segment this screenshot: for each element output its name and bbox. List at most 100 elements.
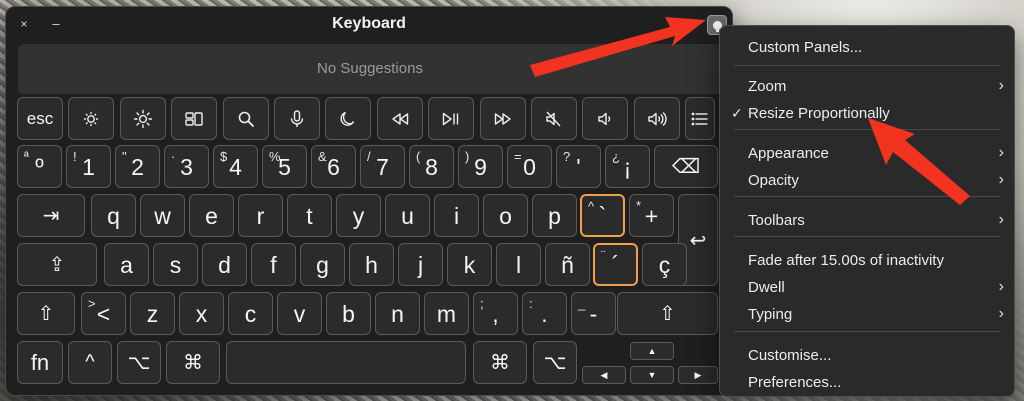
- key-2[interactable]: ! 1: [66, 145, 111, 188]
- key-s[interactable]: s: [153, 243, 198, 286]
- key-label: t: [306, 203, 313, 229]
- key-label: i: [453, 203, 460, 229]
- key-extra-r3-1[interactable]: * +: [629, 194, 674, 237]
- key-w[interactable]: w: [140, 194, 185, 237]
- key-r5-6[interactable]: n: [375, 292, 420, 335]
- panel-options-menu: Custom Panels... Zoom › ✓ Resize Proportiona…: [719, 25, 1015, 397]
- menu-item-zoom[interactable]: Zoom ›: [720, 74, 1014, 100]
- key-k[interactable]: k: [447, 243, 492, 286]
- key-l[interactable]: l: [496, 243, 541, 286]
- key-u[interactable]: u: [385, 194, 430, 237]
- menu-item-opacity[interactable]: Opacity ›: [720, 168, 1014, 194]
- key-r5-3[interactable]: c: [228, 292, 273, 335]
- menu-item-toolbars[interactable]: Toolbars ›: [720, 208, 1014, 234]
- key-7[interactable]: & 6: [311, 145, 356, 188]
- key-r5-9[interactable]: :.: [522, 292, 567, 335]
- space-bar[interactable]: [226, 341, 466, 384]
- left-option-key[interactable]: ⌥: [117, 341, 161, 384]
- key-r5-0[interactable]: > <: [81, 292, 126, 335]
- key-rewind[interactable]: [376, 97, 423, 140]
- caps-lock-key[interactable]: ⇪: [17, 243, 97, 286]
- key-r5-7[interactable]: m: [424, 292, 469, 335]
- arrow-left-key[interactable]: ◀: [582, 366, 626, 384]
- menu-item-appearance[interactable]: Appearance ›: [720, 141, 1014, 167]
- tab-key[interactable]: ⇥: [17, 194, 85, 237]
- key-brightness-down[interactable]: [68, 97, 115, 140]
- key-3[interactable]: " 2: [115, 145, 160, 188]
- key-13[interactable]: ¿ ¡: [605, 145, 650, 188]
- key-4[interactable]: · 3: [164, 145, 209, 188]
- key-mute[interactable]: [531, 97, 577, 140]
- key-label: 7: [376, 154, 389, 180]
- key-r5-2[interactable]: x: [179, 292, 224, 335]
- key-h[interactable]: h: [349, 243, 394, 286]
- key-10[interactable]: ) 9: [458, 145, 503, 188]
- key-label: ⌥: [127, 352, 151, 374]
- menu-item-fade-after-15-00s-of-inactivity[interactable]: Fade after 15.00s of inactivity: [720, 248, 1014, 274]
- key-q[interactable]: q: [91, 194, 136, 237]
- arrow-up-key[interactable]: ▲: [630, 342, 674, 360]
- key-brightness-up[interactable]: [119, 97, 166, 140]
- fn-key[interactable]: fn: [17, 341, 63, 384]
- key-p[interactable]: p: [532, 194, 577, 237]
- key-r5-1[interactable]: z: [130, 292, 175, 335]
- menu-item-label: Fade after 15.00s of inactivity: [748, 252, 944, 269]
- key-e[interactable]: e: [189, 194, 234, 237]
- key-d[interactable]: d: [202, 243, 247, 286]
- key-play-pause[interactable]: [428, 97, 475, 140]
- control-key[interactable]: ^: [68, 341, 112, 384]
- key-5[interactable]: $4: [213, 145, 258, 188]
- key-r5-5[interactable]: b: [326, 292, 371, 335]
- key-1[interactable]: ªº: [17, 145, 62, 188]
- key-j[interactable]: j: [398, 243, 443, 286]
- key-t[interactable]: t: [287, 194, 332, 237]
- key-mission-control[interactable]: [171, 97, 218, 140]
- key-label: ⌫: [671, 156, 701, 178]
- key-fast-forward[interactable]: [479, 97, 526, 140]
- key-volume-up[interactable]: [633, 97, 680, 140]
- key-extra-r4-0[interactable]: ¨ ´: [593, 243, 638, 286]
- key-r5-4[interactable]: v: [277, 292, 322, 335]
- chevron-right-icon: ›: [998, 211, 1004, 228]
- key-dictation[interactable]: [274, 97, 320, 140]
- delete-key[interactable]: ⌫: [654, 145, 718, 188]
- key-9[interactable]: (8: [409, 145, 454, 188]
- key-label: ,: [492, 301, 499, 327]
- key-r5-10[interactable]: _ -: [571, 292, 616, 335]
- key-esc[interactable]: esc: [17, 97, 63, 140]
- key-extra-r3-0[interactable]: ^ `: [580, 194, 625, 237]
- key-12[interactable]: ? ': [556, 145, 601, 188]
- menu-item-dwell[interactable]: Dwell ›: [720, 275, 1014, 301]
- key-f[interactable]: f: [251, 243, 296, 286]
- key-y[interactable]: y: [336, 194, 381, 237]
- key-r5-8[interactable]: ;,: [473, 292, 518, 335]
- right-shift-key[interactable]: ⇧: [617, 292, 718, 335]
- key-o[interactable]: o: [483, 194, 528, 237]
- arrow-right-key[interactable]: ▶: [678, 366, 718, 384]
- key-a[interactable]: a: [104, 243, 149, 286]
- key-ñ[interactable]: ñ: [545, 243, 590, 286]
- key-do-not-disturb[interactable]: [325, 97, 372, 140]
- right-command-key[interactable]: ⌘: [473, 341, 527, 384]
- key-11[interactable]: = 0: [507, 145, 552, 188]
- key-r[interactable]: r: [238, 194, 283, 237]
- key-6[interactable]: % 5: [262, 145, 307, 188]
- menu-item-custom-panels[interactable]: Custom Panels...: [720, 35, 1014, 61]
- chevron-right-icon: ›: [998, 77, 1004, 94]
- menu-item-customise[interactable]: Customise...: [720, 343, 1014, 369]
- key-label: 5: [278, 154, 291, 180]
- key-g[interactable]: g: [300, 243, 345, 286]
- key-volume-down[interactable]: [582, 97, 629, 140]
- menu-item-typing[interactable]: Typing ›: [720, 302, 1014, 328]
- menu-item-preferences[interactable]: Preferences...: [720, 370, 1014, 396]
- key-list[interactable]: [685, 97, 716, 140]
- right-option-key[interactable]: ⌥: [533, 341, 577, 384]
- key-search[interactable]: [222, 97, 269, 140]
- arrow-down-key[interactable]: ▼: [630, 366, 674, 384]
- menu-item-resize-proportionally[interactable]: ✓ Resize Proportionally: [720, 101, 1014, 127]
- key-i[interactable]: i: [434, 194, 479, 237]
- key-extra-r4-1[interactable]: ç: [642, 243, 687, 286]
- left-command-key[interactable]: ⌘: [166, 341, 220, 384]
- left-shift-key[interactable]: ⇧: [17, 292, 75, 335]
- key-8[interactable]: /7: [360, 145, 405, 188]
